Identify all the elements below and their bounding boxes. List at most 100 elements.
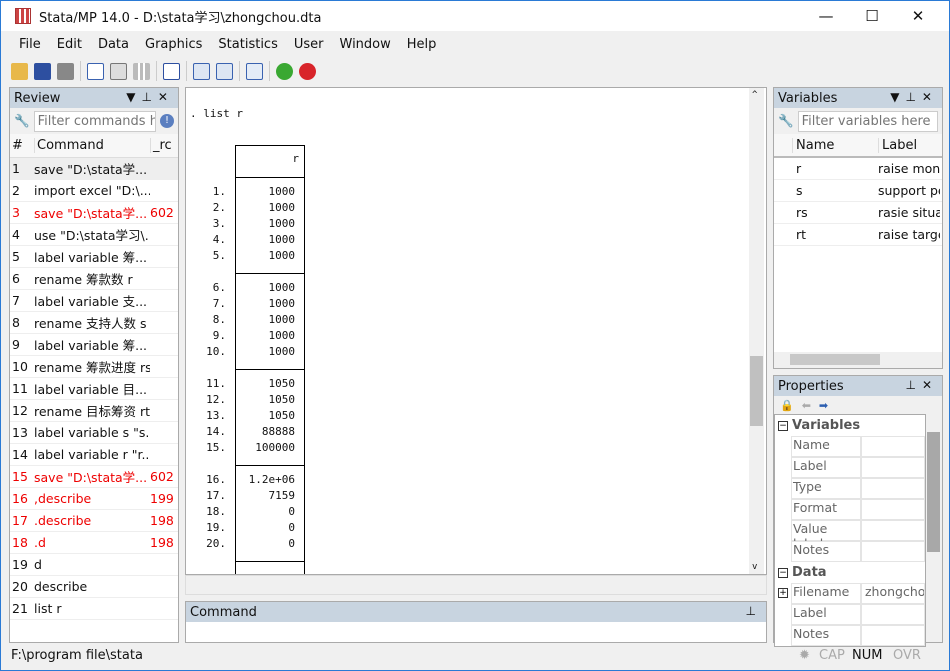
property-row[interactable]: Notes bbox=[775, 625, 925, 646]
collapse-icon[interactable]: − bbox=[778, 567, 788, 578]
variables-manager-icon[interactable] bbox=[246, 62, 263, 80]
minimize-button[interactable]: — bbox=[803, 1, 849, 31]
results-hscrollbar[interactable] bbox=[185, 575, 767, 595]
property-row[interactable]: Notes bbox=[775, 541, 925, 562]
close-button[interactable]: ✕ bbox=[895, 1, 941, 31]
property-row[interactable]: Value label bbox=[775, 520, 925, 551]
properties-scrollbar[interactable] bbox=[926, 416, 941, 642]
item-rc: 602 bbox=[150, 205, 174, 220]
separator bbox=[80, 61, 81, 81]
variable-row[interactable]: rt raise target bbox=[774, 224, 942, 246]
property-row[interactable]: Format bbox=[775, 499, 925, 520]
property-row[interactable]: Type bbox=[775, 478, 925, 499]
group-divider bbox=[235, 177, 305, 178]
panel-controls[interactable]: ⊥✕ bbox=[905, 378, 938, 392]
viewer-icon[interactable] bbox=[110, 62, 127, 80]
review-filter-input[interactable] bbox=[33, 110, 156, 132]
break-icon[interactable] bbox=[299, 62, 316, 80]
col-name[interactable]: Name bbox=[792, 137, 878, 153]
open-icon[interactable] bbox=[11, 62, 28, 80]
scroll-thumb[interactable] bbox=[750, 356, 763, 426]
data-editor-icon[interactable] bbox=[193, 62, 210, 80]
forward-icon[interactable]: ➡ bbox=[819, 399, 828, 412]
separator bbox=[239, 61, 240, 81]
expand-icon[interactable]: + bbox=[778, 588, 788, 598]
review-item[interactable]: 3 save "D:\stata学... 602 bbox=[10, 202, 178, 224]
wrench-icon[interactable]: 🔧 bbox=[778, 113, 794, 129]
review-item[interactable]: 20 describe bbox=[10, 576, 178, 598]
review-item[interactable]: 13 label variable s "s... bbox=[10, 422, 178, 444]
pin-icon[interactable]: ⊥ bbox=[746, 604, 762, 618]
item-number: 11 bbox=[12, 381, 28, 396]
row-index: 20. bbox=[206, 537, 226, 550]
col-num[interactable]: # bbox=[10, 138, 34, 153]
review-item[interactable]: 11 label variable 目... bbox=[10, 378, 178, 400]
row-index: 2. bbox=[212, 201, 226, 214]
maximize-button[interactable]: ☐ bbox=[849, 1, 895, 31]
review-item[interactable]: 16 ,describe 199 bbox=[10, 488, 178, 510]
variables-filter-input[interactable] bbox=[797, 110, 938, 132]
variable-name: s bbox=[796, 183, 803, 198]
variable-row[interactable]: rs rasie situation bbox=[774, 202, 942, 224]
row-value: 1050 bbox=[268, 377, 296, 390]
variables-hscrollbar[interactable] bbox=[774, 352, 942, 368]
panel-controls[interactable]: ▼⊥✕ bbox=[890, 90, 938, 104]
property-row[interactable]: +Filenamezhongchou.dta bbox=[775, 583, 925, 604]
back-icon[interactable]: ⬅ bbox=[802, 399, 811, 412]
col-rc[interactable]: _rc bbox=[150, 138, 172, 153]
print-icon[interactable] bbox=[57, 62, 74, 80]
menu-help[interactable]: Help bbox=[399, 33, 445, 57]
variable-row[interactable]: r raise money bbox=[774, 158, 942, 180]
info-icon[interactable]: ! bbox=[160, 114, 174, 128]
review-item[interactable]: 5 label variable 筹... bbox=[10, 246, 178, 268]
variable-label: rasie situation bbox=[878, 205, 940, 220]
variable-row[interactable]: s support people bbox=[774, 180, 942, 202]
col-label[interactable]: Label bbox=[878, 137, 917, 153]
property-row[interactable]: Name bbox=[775, 436, 925, 457]
do-file-editor-icon[interactable] bbox=[163, 62, 180, 80]
lock-icon[interactable]: 🔒 bbox=[780, 399, 794, 412]
command-panel: Command ⊥ bbox=[185, 601, 767, 643]
review-item[interactable]: 14 label variable r "r... bbox=[10, 444, 178, 466]
panel-controls[interactable]: ▼⊥✕ bbox=[126, 90, 174, 104]
row-value: 1000 bbox=[268, 329, 296, 342]
review-item[interactable]: 6 rename 筹款数 r bbox=[10, 268, 178, 290]
item-command: import excel "D:\... bbox=[34, 183, 150, 198]
review-item[interactable]: 8 rename 支持人数 s bbox=[10, 312, 178, 334]
command-input[interactable] bbox=[186, 622, 766, 642]
save-icon[interactable] bbox=[34, 62, 51, 80]
review-item[interactable]: 2 import excel "D:\... bbox=[10, 180, 178, 202]
review-item[interactable]: 7 label variable 支... bbox=[10, 290, 178, 312]
menu-file[interactable]: File bbox=[11, 33, 49, 57]
review-item[interactable]: 9 label variable 筹... bbox=[10, 334, 178, 356]
review-item[interactable]: 18 .d 198 bbox=[10, 532, 178, 554]
property-row[interactable]: Label bbox=[775, 457, 925, 478]
col-command[interactable]: Command bbox=[34, 138, 150, 153]
collapse-icon[interactable]: − bbox=[778, 420, 788, 431]
menu-statistics[interactable]: Statistics bbox=[210, 33, 285, 57]
more-icon[interactable] bbox=[276, 62, 293, 80]
data-browser-icon[interactable] bbox=[216, 62, 233, 80]
menu-data[interactable]: Data bbox=[90, 33, 137, 57]
results-scrollbar[interactable]: ^ v bbox=[749, 88, 764, 574]
review-item[interactable]: 1 save "D:\stata学... bbox=[10, 158, 178, 180]
row-index: 4. bbox=[212, 233, 226, 246]
menu-graphics[interactable]: Graphics bbox=[137, 33, 210, 57]
menu-user[interactable]: User bbox=[286, 33, 332, 57]
review-item[interactable]: 12 rename 目标筹资 rt bbox=[10, 400, 178, 422]
review-item[interactable]: 17 .describe 198 bbox=[10, 510, 178, 532]
menu-window[interactable]: Window bbox=[332, 33, 399, 57]
window-title: Stata/MP 14.0 - D:\stata学习\zhongchou.dta bbox=[39, 10, 322, 26]
graph-icon[interactable] bbox=[133, 62, 150, 80]
review-item[interactable]: 4 use "D:\stata学习\... bbox=[10, 224, 178, 246]
menu-edit[interactable]: Edit bbox=[49, 33, 90, 57]
log-icon[interactable] bbox=[87, 62, 104, 80]
row-index: 1. bbox=[212, 185, 226, 198]
property-row[interactable]: Label bbox=[775, 604, 925, 625]
item-number: 15 bbox=[12, 469, 28, 484]
wrench-icon[interactable]: 🔧 bbox=[14, 113, 30, 129]
review-item[interactable]: 15 save "D:\stata学... 602 bbox=[10, 466, 178, 488]
review-item[interactable]: 19 d bbox=[10, 554, 178, 576]
review-item[interactable]: 10 rename 筹款进度 rs bbox=[10, 356, 178, 378]
review-item[interactable]: 21 list r bbox=[10, 598, 178, 620]
